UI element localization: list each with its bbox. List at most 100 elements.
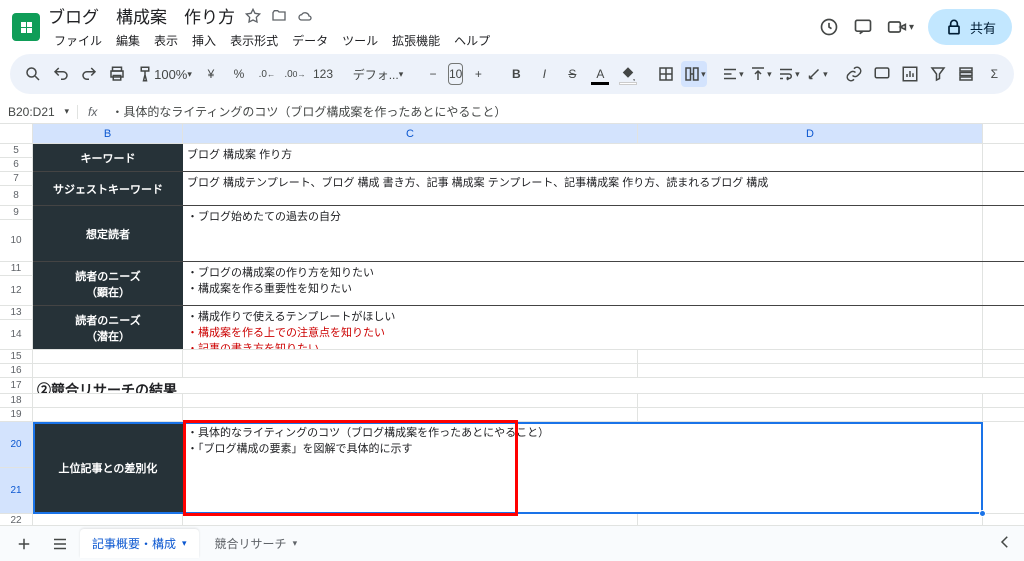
cell-label[interactable]: キーワード <box>33 144 183 171</box>
cell-label[interactable]: 想定読者 <box>33 206 183 261</box>
cell[interactable]: ・具体的なライティングのコツ（ブログ構成案を作ったあとにやること） ・「ブログ構… <box>183 422 983 513</box>
name-box[interactable]: B20:D21▾ <box>0 105 78 119</box>
ime-button[interactable]: あ <box>1019 61 1024 87</box>
row-header[interactable]: 14 <box>0 320 33 350</box>
cloud-icon[interactable] <box>297 8 313 24</box>
percent-button[interactable]: % <box>226 61 252 87</box>
formula-input[interactable]: ・具体的なライティングのコツ（ブログ構成案を作ったあとにやること） <box>107 103 1024 120</box>
menu-format[interactable]: 表示形式 <box>224 30 284 51</box>
italic-button[interactable]: I <box>531 61 557 87</box>
col-header-b[interactable]: B <box>33 124 183 143</box>
cell-line: ・構成作りで使えるテンプレートがほしい <box>187 308 978 324</box>
font-size-input[interactable]: 10 <box>448 63 463 85</box>
row-header[interactable]: 20 <box>0 422 33 468</box>
col-header-c[interactable]: C <box>183 124 638 143</box>
grid[interactable]: B C D 5 6 7 8 9 10 11 12 13 14 15 16 17 … <box>0 124 1024 538</box>
borders-button[interactable] <box>653 61 679 87</box>
filterview-button[interactable] <box>953 61 979 87</box>
row-header[interactable]: 5 <box>0 144 33 158</box>
sheet-tab[interactable]: 競合リサーチ▾ <box>203 529 310 558</box>
lock-icon <box>944 17 964 37</box>
comment-button[interactable] <box>869 61 895 87</box>
dec-decrease-button[interactable]: .0← <box>254 61 280 87</box>
row-header[interactable]: 8 <box>0 186 33 206</box>
row-header[interactable]: 15 <box>0 350 33 364</box>
merge-button[interactable]: ▾ <box>681 61 707 87</box>
cell-label[interactable]: 読者のニーズ （顕在） <box>33 262 183 305</box>
cell[interactable]: ブログ 構成テンプレート、ブログ 構成 書き方、記事 構成案 テンプレート、記事… <box>183 172 983 205</box>
explore-button[interactable] <box>996 533 1014 554</box>
menu-file[interactable]: ファイル <box>48 30 108 51</box>
chart-button[interactable] <box>897 61 923 87</box>
fill-color-button[interactable] <box>615 61 641 87</box>
valign-button[interactable]: ▾ <box>747 61 773 87</box>
rotate-button[interactable]: ▾ <box>803 61 829 87</box>
menu-data[interactable]: データ <box>286 30 334 51</box>
row-header[interactable]: 13 <box>0 306 33 320</box>
sheet-bar: 記事概要・構成▾ 競合リサーチ▾ <box>0 525 1024 561</box>
strike-button[interactable]: S <box>559 61 585 87</box>
row-header[interactable]: 7 <box>0 172 33 186</box>
menu-edit[interactable]: 編集 <box>110 30 146 51</box>
fx-label: fx <box>78 105 107 119</box>
bold-button[interactable]: B <box>503 61 529 87</box>
row-header[interactable]: 10 <box>0 220 33 262</box>
filter-button[interactable] <box>925 61 951 87</box>
selection-handle[interactable] <box>979 510 986 517</box>
menu-help[interactable]: ヘルプ <box>448 30 496 51</box>
currency-button[interactable]: ¥ <box>198 61 224 87</box>
menu-insert[interactable]: 挿入 <box>186 30 222 51</box>
all-sheets-button[interactable] <box>44 530 76 558</box>
functions-button[interactable]: Σ <box>981 61 1007 87</box>
menu-tools[interactable]: ツール <box>336 30 384 51</box>
row-header[interactable]: 18 <box>0 394 33 408</box>
cell-label[interactable]: 上位記事との差別化 <box>33 422 183 513</box>
row-header[interactable]: 17 <box>0 378 33 394</box>
doc-title[interactable]: ブログ 構成案 作り方 <box>48 3 235 28</box>
wrap-button[interactable]: ▾ <box>775 61 801 87</box>
row-header[interactable]: 21 <box>0 468 33 514</box>
comment-icon[interactable] <box>853 17 873 37</box>
cell-line: ・記事の書き方を知りたい <box>187 340 978 349</box>
text-color-button[interactable]: A <box>587 61 613 87</box>
history-icon[interactable] <box>819 17 839 37</box>
redo-icon[interactable] <box>76 61 102 87</box>
sheet-tab-active[interactable]: 記事概要・構成▾ <box>80 529 199 558</box>
link-button[interactable] <box>841 61 867 87</box>
cell[interactable]: ブログ 構成案 作り方 <box>183 144 983 171</box>
font-inc-button[interactable]: + <box>465 61 491 87</box>
section-header[interactable]: ②競合リサーチの結果 <box>33 378 983 393</box>
menu-extensions[interactable]: 拡張機能 <box>386 30 446 51</box>
share-button[interactable]: 共有 <box>928 9 1012 45</box>
cell[interactable]: ・ブログ始めたての過去の自分 <box>183 206 983 261</box>
row-header[interactable]: 12 <box>0 276 33 306</box>
row-header[interactable]: 6 <box>0 158 33 172</box>
meet-icon[interactable] <box>887 17 907 37</box>
num-format-button[interactable]: 123 <box>310 61 336 87</box>
menu-view[interactable]: 表示 <box>148 30 184 51</box>
font-dec-button[interactable]: − <box>420 61 446 87</box>
row-header[interactable]: 19 <box>0 408 33 422</box>
row-header[interactable]: 11 <box>0 262 33 276</box>
cell-label[interactable]: 読者のニーズ （潜在） <box>33 306 183 349</box>
search-menu-icon[interactable] <box>20 61 46 87</box>
undo-icon[interactable] <box>48 61 74 87</box>
cell-label[interactable]: サジェストキーワード <box>33 172 183 205</box>
row-header[interactable]: 16 <box>0 364 33 378</box>
sheets-logo[interactable] <box>12 13 40 41</box>
select-all-corner[interactable] <box>0 124 33 143</box>
dec-increase-button[interactable]: .00→ <box>282 61 308 87</box>
font-select[interactable]: デフォ... ▾ <box>348 61 408 87</box>
add-sheet-button[interactable] <box>8 530 40 558</box>
cell-grid[interactable]: キーワード ブログ 構成案 作り方 サジェストキーワード ブログ 構成テンプレー… <box>33 144 1024 538</box>
move-icon[interactable] <box>271 8 287 24</box>
print-icon[interactable] <box>104 61 130 87</box>
share-label: 共有 <box>970 18 996 37</box>
zoom-select[interactable]: 100% ▾ <box>160 61 186 87</box>
halign-button[interactable]: ▾ <box>719 61 745 87</box>
star-icon[interactable] <box>245 8 261 24</box>
col-header-d[interactable]: D <box>638 124 983 143</box>
cell[interactable]: ・ブログの構成案の作り方を知りたい ・構成案を作る重要性を知りたい <box>183 262 983 305</box>
cell[interactable]: ・構成作りで使えるテンプレートがほしい ・構成案を作る上での注意点を知りたい ・… <box>183 306 983 349</box>
row-header[interactable]: 9 <box>0 206 33 220</box>
